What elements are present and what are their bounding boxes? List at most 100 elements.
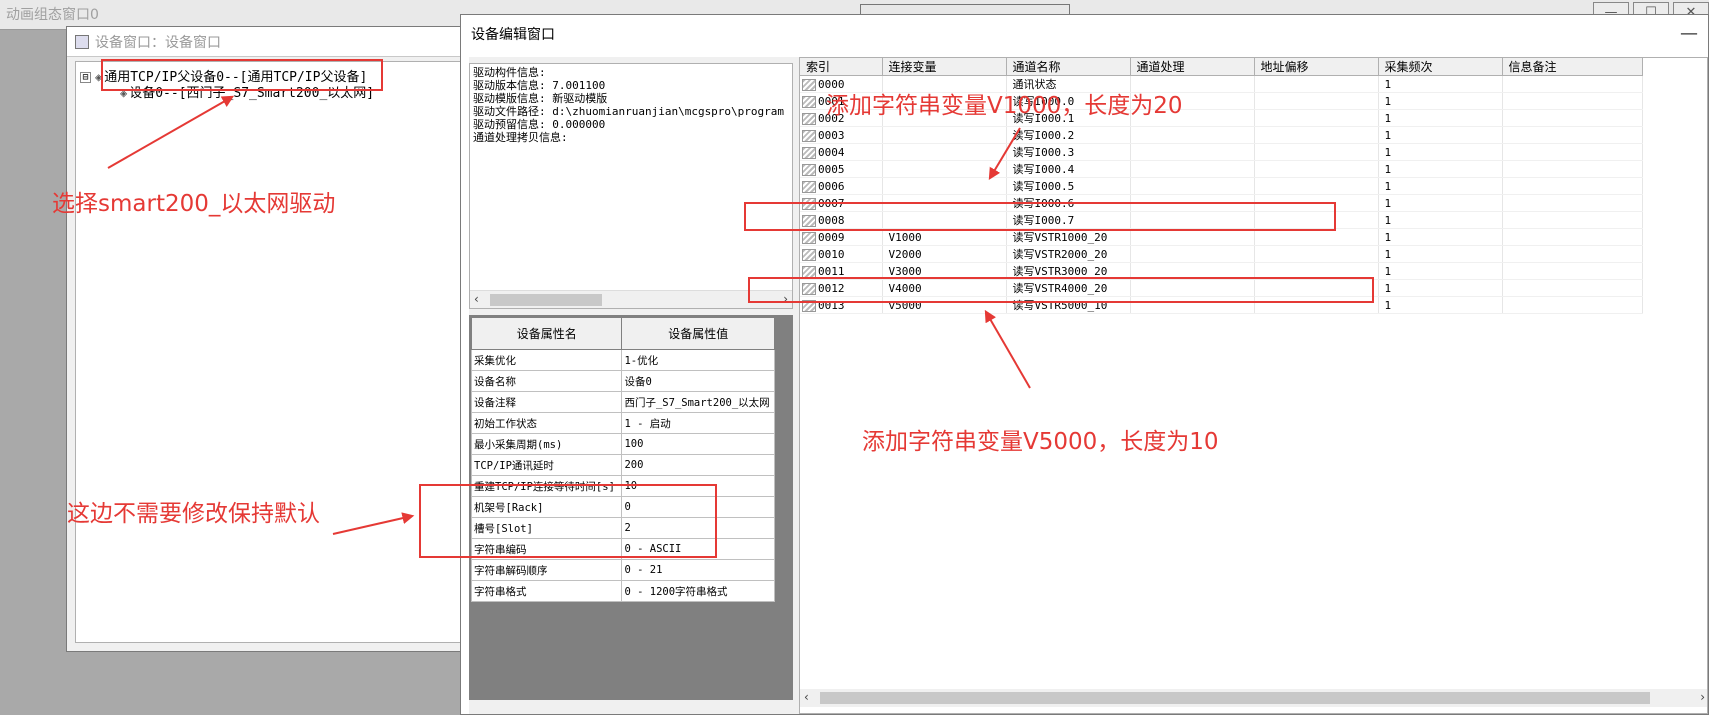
channel-name-cell: 读写I000.6	[1006, 194, 1131, 212]
channel-row[interactable]: 0006 读写I000.5 1	[800, 177, 1643, 195]
property-name-cell: 初始工作状态	[470, 412, 623, 434]
channel-name-cell: 读写I000.5	[1006, 177, 1131, 195]
property-row[interactable]: 设备注释 西门子_S7_Smart200_以太网	[470, 391, 775, 413]
tree-child-label: 设备0--[西门子_S7_Smart200_以太网]	[129, 86, 375, 101]
scroll-thumb[interactable]	[490, 294, 602, 306]
device-icon: ◈	[95, 70, 103, 84]
variable-cell	[882, 126, 1007, 144]
property-value-cell[interactable]: 0	[621, 496, 775, 518]
property-row[interactable]: 采集优化 1-优化	[470, 349, 775, 371]
scroll-right-icon[interactable]: ›	[1700, 690, 1705, 704]
property-value-cell[interactable]: 1 - 启动	[621, 412, 775, 434]
property-row[interactable]: 初始工作状态 1 - 启动	[470, 412, 775, 434]
property-row[interactable]: 槽号[Slot] 2	[470, 517, 775, 539]
empty-cell	[1502, 75, 1643, 93]
index-cell: 0004	[800, 143, 883, 161]
column-header[interactable]: 连接变量	[882, 58, 1007, 76]
property-name-cell: 字符串编码	[470, 538, 623, 560]
channel-row[interactable]: 0010 V2000 读写VSTR2000_20 1	[800, 245, 1643, 263]
column-header[interactable]: 索引	[800, 58, 883, 76]
column-header[interactable]: 采集频次	[1378, 58, 1503, 76]
index-value: 0010	[818, 247, 845, 261]
empty-cell	[1254, 211, 1379, 229]
property-row[interactable]: 最小采集周期(ms) 100	[470, 433, 775, 455]
empty-cell	[1502, 109, 1643, 127]
driver-info-panel: 驱动构件信息: 驱动版本信息: 7.001100 驱动模版信息: 新驱动模版 驱动文件…	[469, 63, 793, 309]
property-name-header[interactable]: 设备属性名	[470, 317, 623, 350]
driver-info-line: 通道处理拷贝信息:	[473, 131, 568, 144]
channel-row-icon	[802, 146, 816, 159]
column-header[interactable]: 通道名称	[1006, 58, 1131, 76]
channel-row[interactable]: 0009 V1000 读写VSTR1000_20 1	[800, 228, 1643, 246]
minimize-icon[interactable]: —	[1680, 23, 1698, 44]
property-value-cell[interactable]: 0 - ASCII	[621, 538, 775, 560]
channel-row[interactable]: 0005 读写I000.4 1	[800, 160, 1643, 178]
empty-cell	[1130, 228, 1255, 246]
channel-row-icon	[802, 214, 816, 227]
frequency-cell: 1	[1378, 228, 1503, 246]
scroll-thumb[interactable]	[820, 692, 1650, 704]
device-window-titlebar[interactable]: 设备窗口：设备窗口	[67, 27, 465, 57]
index-value: 0003	[818, 128, 845, 142]
variable-cell	[882, 177, 1007, 195]
empty-cell	[1502, 177, 1643, 195]
frequency-cell: 1	[1378, 126, 1503, 144]
property-row[interactable]: 重建TCP/IP连接等待时间[s] 10	[470, 475, 775, 497]
property-row[interactable]: 机架号[Rack] 0	[470, 496, 775, 518]
channel-row-icon	[802, 95, 816, 108]
property-panel: 设备属性名 设备属性值 采集优化 1-优化 设备名称 设备0 设备注释 西门子_S7_Sm…	[469, 315, 793, 700]
property-row[interactable]: 字符串编码 0 - ASCII	[470, 538, 775, 560]
edit-window-titlebar[interactable]: 设备编辑窗口 —	[461, 15, 1708, 53]
column-header[interactable]: 通道处理	[1130, 58, 1255, 76]
channel-row[interactable]: 0008 读写I000.7 1	[800, 211, 1643, 229]
property-value-cell[interactable]: 100	[621, 433, 775, 455]
index-cell: 0007	[800, 194, 883, 212]
property-row[interactable]: 字符串格式 0 - 1200字符串格式	[470, 580, 775, 602]
driver-info-scrollbar[interactable]: ‹ ›	[470, 290, 792, 308]
property-name-cell: 设备注释	[470, 391, 623, 413]
collapse-toggle-icon[interactable]: ⊟	[80, 72, 91, 83]
property-row[interactable]: TCP/IP通讯延时 200	[470, 454, 775, 476]
channel-row-icon	[802, 112, 816, 125]
scroll-left-icon[interactable]: ‹	[474, 292, 479, 306]
channel-row-icon	[802, 231, 816, 244]
channel-row[interactable]: 0011 V3000 读写VSTR3000_20 1	[800, 262, 1643, 280]
empty-cell	[1130, 279, 1255, 297]
frequency-cell: 1	[1378, 143, 1503, 161]
channel-row[interactable]: 0003 读写I000.2 1	[800, 126, 1643, 144]
variable-cell: V2000	[882, 245, 1007, 263]
empty-cell	[1254, 75, 1379, 93]
column-header[interactable]: 信息备注	[1502, 58, 1643, 76]
channel-grid-scrollbar[interactable]: ‹ ›	[800, 689, 1707, 707]
empty-cell	[1254, 109, 1379, 127]
channel-row-icon	[802, 163, 816, 176]
empty-cell	[1254, 296, 1379, 314]
channel-row[interactable]: 0004 读写I000.3 1	[800, 143, 1643, 161]
tree-child-item[interactable]: ◈ 设备0--[西门子_S7_Smart200_以太网]	[120, 82, 374, 101]
property-value-cell[interactable]: 2	[621, 517, 775, 539]
property-value-cell[interactable]: 10	[621, 475, 775, 497]
channel-row[interactable]: 0007 读写I000.6 1	[800, 194, 1643, 212]
empty-cell	[1254, 92, 1379, 110]
index-value: 0004	[818, 145, 845, 159]
property-value-cell[interactable]: 设备0	[621, 370, 775, 392]
column-header[interactable]: 地址偏移	[1254, 58, 1379, 76]
edit-window-body: 驱动构件信息: 驱动版本信息: 7.001100 驱动模版信息: 新驱动模版 驱动文件…	[469, 57, 1708, 714]
property-value-cell[interactable]: 0 - 21	[621, 559, 775, 581]
empty-cell	[1254, 245, 1379, 263]
scroll-left-icon[interactable]: ‹	[804, 690, 809, 704]
window-icon	[75, 34, 89, 49]
property-value-cell[interactable]: 西门子_S7_Smart200_以太网	[621, 391, 775, 413]
property-name-cell: TCP/IP通讯延时	[470, 454, 623, 476]
property-value-cell[interactable]: 0 - 1200字符串格式	[621, 580, 775, 602]
channel-row[interactable]: 0013 v5000 读写VSTR5000_10 1	[800, 296, 1643, 314]
property-row[interactable]: 字符串解码顺序 0 - 21	[470, 559, 775, 581]
property-row[interactable]: 设备名称 设备0	[470, 370, 775, 392]
channel-name-cell: 读写I000.4	[1006, 160, 1131, 178]
property-value-cell[interactable]: 1-优化	[621, 349, 775, 371]
property-value-header[interactable]: 设备属性值	[621, 317, 775, 350]
channel-row[interactable]: 0012 V4000 读写VSTR4000_20 1	[800, 279, 1643, 297]
scroll-right-icon[interactable]: ›	[783, 292, 788, 306]
property-value-cell[interactable]: 200	[621, 454, 775, 476]
frequency-cell: 1	[1378, 262, 1503, 280]
